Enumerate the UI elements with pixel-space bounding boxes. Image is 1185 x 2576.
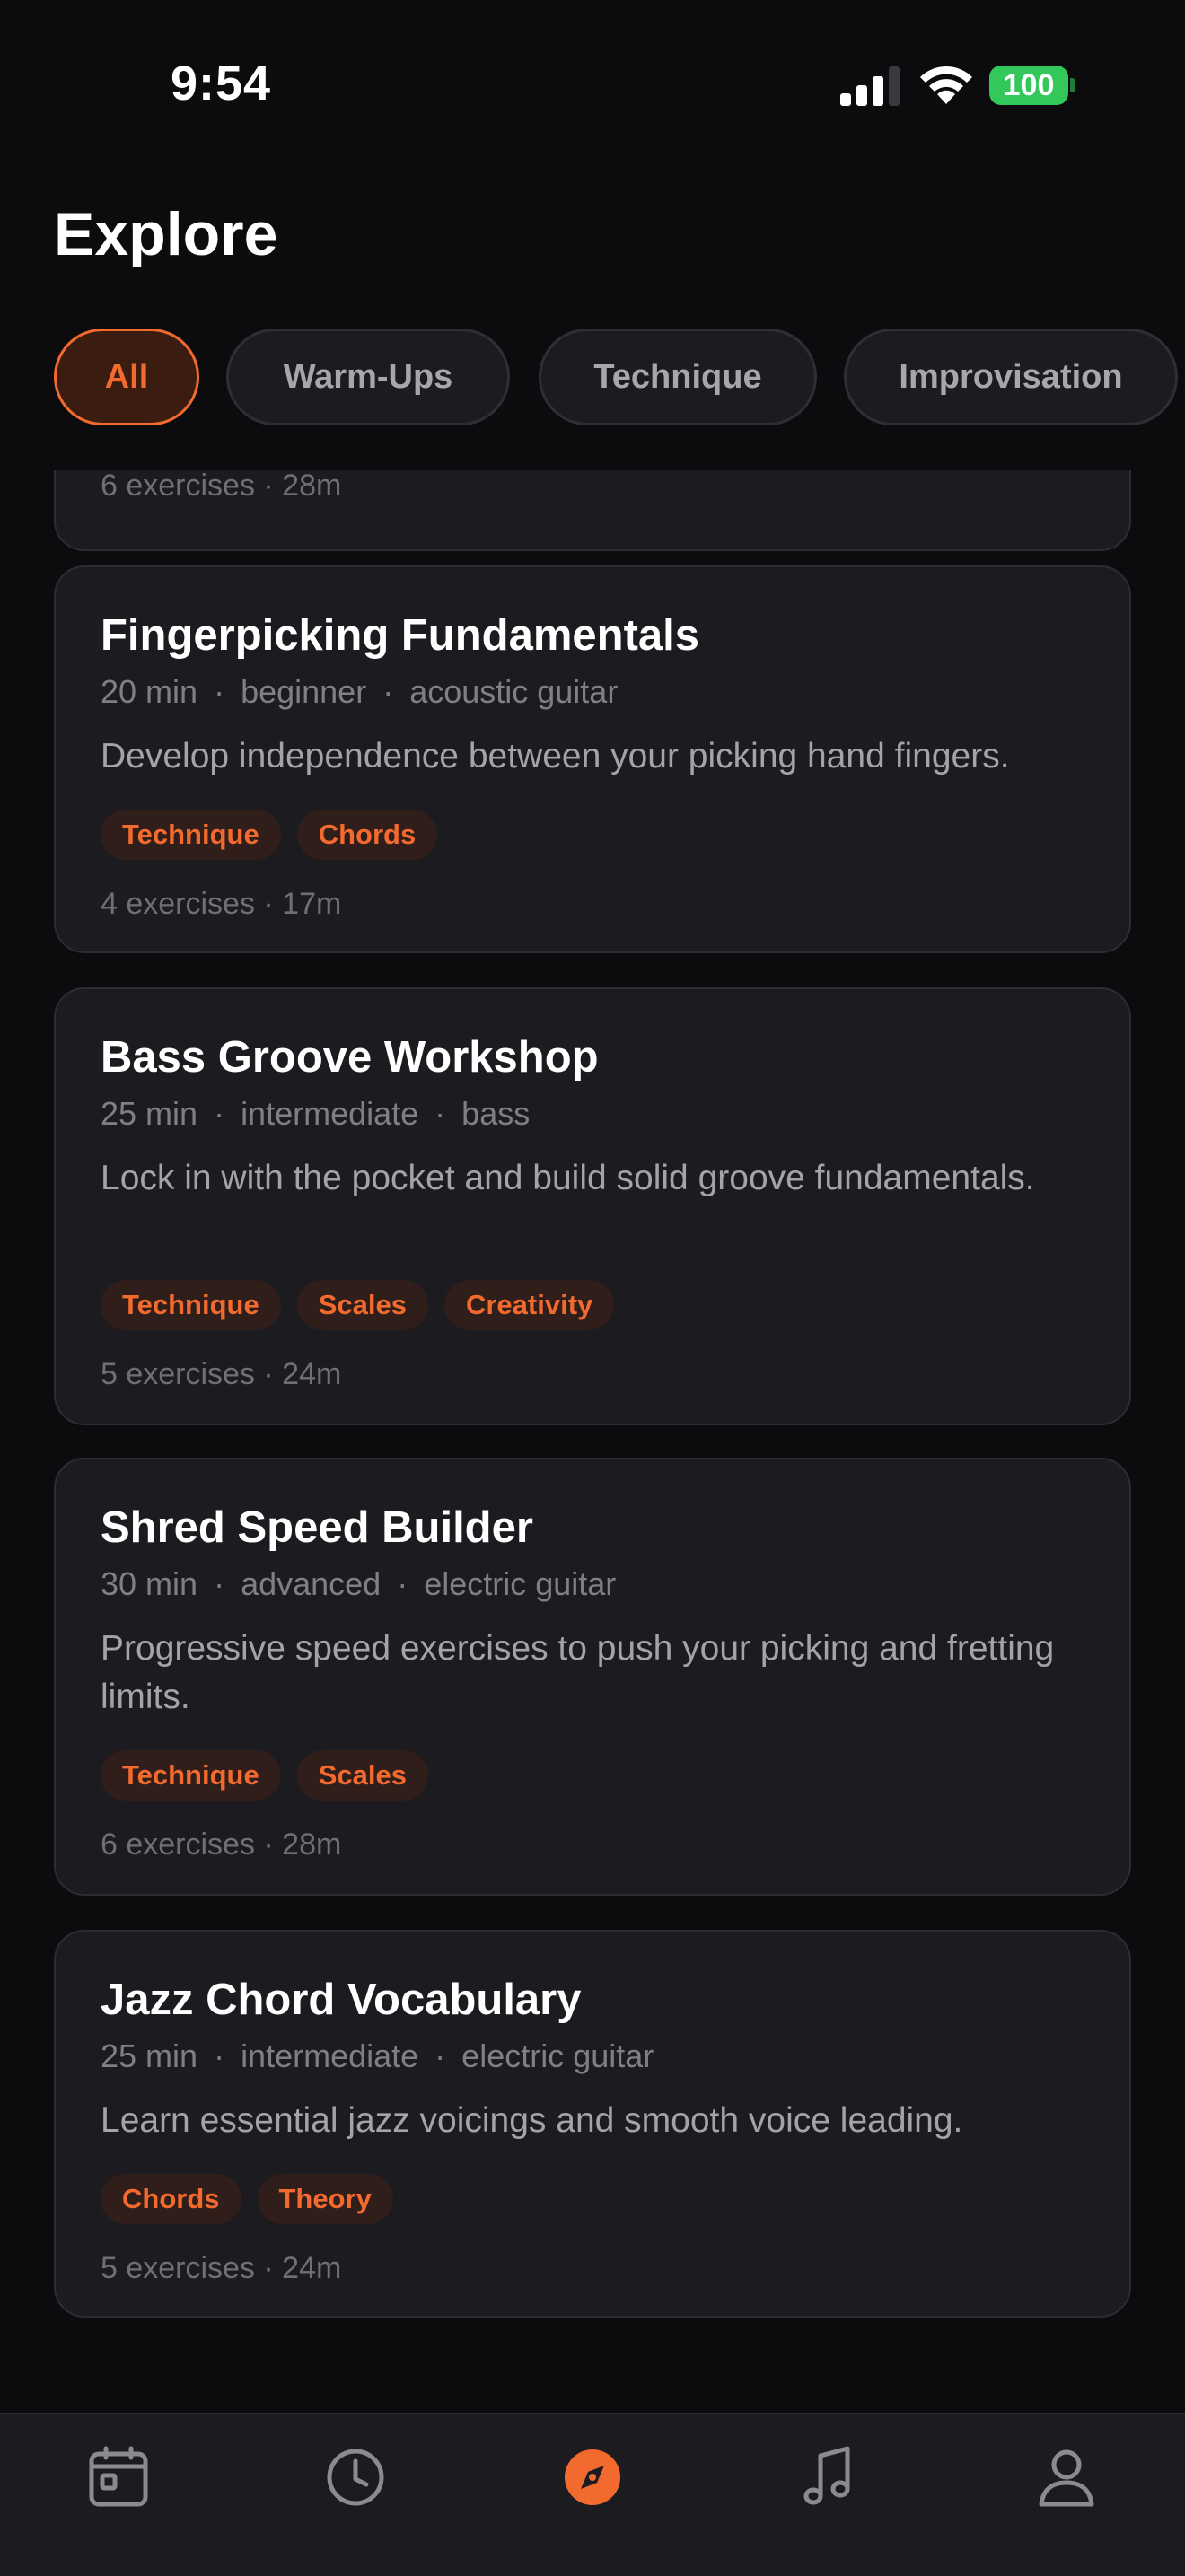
card-meta: 20 min · beginner · acoustic guitar	[101, 673, 619, 710]
cellular-signal-icon	[840, 66, 900, 106]
card-meta: 25 min · intermediate · electric guitar	[101, 2037, 654, 2074]
tab-explore[interactable]	[557, 2441, 628, 2513]
status-time: 9:54	[171, 57, 272, 110]
session-card[interactable]: Shred Speed Builder 30 min · advanced · elec…	[54, 1458, 1131, 1896]
clock-icon	[327, 2449, 384, 2506]
tag: Creativity	[443, 1280, 615, 1330]
filter-chip-all[interactable]: All	[54, 329, 199, 425]
card-title: Bass Groove Workshop	[101, 1033, 599, 1082]
tab-music[interactable]	[794, 2441, 865, 2513]
tag: Scales	[296, 1280, 428, 1330]
tab-profile[interactable]	[1031, 2441, 1102, 2513]
session-list[interactable]: 6 exercises · 28m Fingerpicking Fundamen…	[0, 470, 1185, 2413]
card-title: Jazz Chord Vocabulary	[101, 1976, 582, 2024]
tab-calendar[interactable]	[83, 2441, 154, 2513]
session-card[interactable]: Bass Groove Workshop 25 min · intermediate…	[54, 987, 1131, 1425]
tag: Technique	[101, 810, 281, 860]
tag: Chords	[296, 810, 438, 860]
card-footer: 5 exercises · 24m	[101, 2251, 342, 2285]
compass-icon	[565, 2449, 620, 2505]
tag: Scales	[296, 1750, 428, 1801]
card-title: Fingerpicking Fundamentals	[101, 611, 700, 660]
card-description: Lock in with the pocket and build solid …	[101, 1159, 1035, 1197]
filter-chip-row: All Warm-Ups Technique Improvisation	[54, 329, 1185, 429]
filter-chip-improvisation[interactable]: Improvisation	[844, 329, 1178, 425]
card-footer: 4 exercises · 17m	[101, 887, 342, 921]
card-footer: 6 exercises · 28m	[101, 1827, 342, 1862]
tab-history[interactable]	[320, 2441, 391, 2513]
tag: Theory	[257, 2174, 393, 2224]
battery-indicator: 100	[989, 66, 1075, 105]
person-icon	[1039, 2449, 1094, 2507]
card-meta: 30 min · advanced · electric guitar	[101, 1565, 617, 1602]
card-description: Develop independence between your pickin…	[101, 737, 1010, 775]
wifi-icon	[920, 66, 972, 104]
card-meta: 25 min · intermediate · bass	[101, 1095, 531, 1132]
tag: Chords	[101, 2174, 241, 2224]
status-bar: 9:54 100	[0, 0, 1185, 171]
tag-row: Technique Scales Creativity	[101, 1280, 630, 1330]
tab-bar	[0, 2413, 1185, 2576]
card-description: Learn essential jazz voicings and smooth…	[101, 2101, 963, 2140]
tag: Technique	[101, 1280, 281, 1330]
filter-chip-warm-ups[interactable]: Warm-Ups	[226, 329, 510, 425]
tag-row: Technique Scales	[101, 1750, 444, 1801]
tag: Technique	[101, 1750, 281, 1801]
filter-chip-technique[interactable]: Technique	[539, 329, 817, 425]
page-title: Explore	[54, 200, 278, 268]
tag-row: Technique Chords	[101, 810, 453, 860]
music-note-icon	[803, 2446, 850, 2505]
tag-row: Chords Theory	[101, 2174, 409, 2224]
card-title: Shred Speed Builder	[101, 1503, 533, 1552]
calendar-icon	[89, 2446, 148, 2507]
card-footer: 5 exercises · 24m	[101, 1357, 342, 1391]
session-card-partial[interactable]: 6 exercises · 28m	[54, 470, 1131, 551]
card-description: Progressive speed exercises to push your…	[101, 1629, 1055, 1716]
session-card[interactable]: Jazz Chord Vocabulary 25 min · intermediat…	[54, 1930, 1131, 2318]
battery-level: 100	[1003, 68, 1055, 102]
session-card[interactable]: Fingerpicking Fundamentals 20 min · beginn…	[54, 565, 1131, 953]
card-footer: 6 exercises · 28m	[101, 470, 342, 503]
